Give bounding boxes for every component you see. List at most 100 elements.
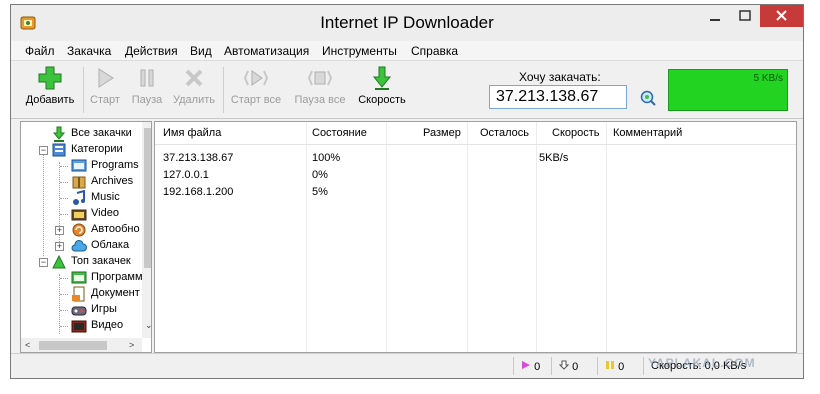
expand-auto-toggle[interactable]: + bbox=[55, 226, 64, 235]
search-icon[interactable] bbox=[639, 89, 657, 107]
column-header-filename[interactable]: Имя файла bbox=[163, 122, 221, 144]
tree-label: Автообно bbox=[91, 223, 140, 235]
row-speed: 5KB/s bbox=[539, 152, 569, 164]
column-divider bbox=[606, 122, 607, 352]
scroll-left-icon[interactable]: < bbox=[25, 340, 30, 350]
tree-label: Программ bbox=[91, 271, 143, 283]
pause-status-icon bbox=[606, 361, 614, 369]
tree-connector bbox=[60, 326, 68, 327]
tree-label: Документ bbox=[91, 287, 140, 299]
menu-actions[interactable]: Действия bbox=[125, 44, 178, 58]
green-arrow-down-icon bbox=[372, 66, 392, 90]
pause-all-button[interactable]: Пауза все bbox=[291, 65, 349, 115]
collapse-top-toggle[interactable]: − bbox=[39, 258, 48, 267]
toolbar-separator bbox=[223, 67, 224, 113]
tree-horizontal-scrollbar[interactable]: < > bbox=[21, 338, 142, 352]
maximize-button[interactable] bbox=[731, 5, 759, 27]
tree-label: Music bbox=[91, 191, 120, 203]
add-button[interactable]: Добавить bbox=[21, 65, 79, 115]
menu-help[interactable]: Справка bbox=[411, 44, 458, 58]
status-separator bbox=[551, 357, 552, 375]
cloud-icon bbox=[71, 240, 87, 252]
column-divider bbox=[386, 122, 387, 352]
speed-label: Скорость bbox=[358, 94, 406, 106]
row-status: 0% bbox=[312, 169, 328, 181]
menu-automation[interactable]: Автоматизация bbox=[224, 44, 309, 58]
tree-label: Игры bbox=[91, 303, 117, 315]
archive-icon bbox=[72, 176, 86, 189]
tree-label: Топ закачек bbox=[71, 255, 131, 267]
column-header-remaining[interactable]: Осталось bbox=[480, 122, 529, 144]
delete-icon bbox=[185, 69, 203, 87]
menu-download[interactable]: Закачка bbox=[67, 44, 111, 58]
speed-button[interactable]: Скорость bbox=[355, 65, 409, 115]
auto-update-icon bbox=[72, 223, 86, 237]
categories-icon bbox=[52, 143, 66, 157]
status-paused: 0 bbox=[605, 360, 624, 373]
collapse-categories-toggle[interactable]: − bbox=[39, 146, 48, 155]
row-filename[interactable]: 37.213.138.67 bbox=[163, 152, 233, 164]
speed-graph: 5 KB/s bbox=[668, 69, 788, 111]
tree-connector bbox=[60, 198, 68, 199]
menu-bar: Файл Закачка Действия Вид Автоматизация … bbox=[11, 41, 803, 61]
tree-connector bbox=[60, 166, 68, 167]
column-divider bbox=[536, 122, 537, 352]
graph-speed-value: 5 KB/s bbox=[753, 73, 783, 84]
start-label: Старт bbox=[90, 94, 120, 106]
header-separator bbox=[155, 144, 796, 145]
pause-label: Пауза bbox=[131, 94, 163, 106]
row-filename[interactable]: 192.168.1.200 bbox=[163, 186, 233, 198]
tree-vertical-scrollbar[interactable]: ⌄ bbox=[142, 122, 151, 338]
delete-button[interactable]: Удалить bbox=[169, 65, 219, 115]
tree-connector bbox=[60, 182, 68, 183]
want-download-label: Хочу закачать: bbox=[519, 70, 601, 84]
tree-label: Video bbox=[91, 207, 119, 219]
window-title: Internet IP Downloader bbox=[320, 13, 494, 32]
menu-view[interactable]: Вид bbox=[190, 44, 212, 58]
tree-label: Видео bbox=[91, 319, 124, 331]
column-header-size[interactable]: Размер bbox=[423, 122, 461, 144]
gamepad-icon bbox=[71, 306, 87, 316]
column-divider bbox=[467, 122, 468, 352]
start-all-button[interactable]: Старт все bbox=[227, 65, 285, 115]
status-separator bbox=[513, 357, 514, 375]
scrollbar-thumb[interactable] bbox=[144, 128, 151, 268]
pause-button[interactable]: Пауза bbox=[127, 65, 167, 115]
column-header-comment[interactable]: Комментарий bbox=[613, 122, 682, 144]
tree-label: Облака bbox=[91, 239, 130, 251]
video-icon bbox=[71, 209, 87, 221]
close-button[interactable] bbox=[760, 5, 803, 27]
top-downloads-icon bbox=[52, 254, 66, 269]
tree-connector bbox=[60, 278, 68, 279]
down-arrow-status-icon bbox=[558, 360, 570, 370]
scroll-down-icon[interactable]: ⌄ bbox=[145, 320, 151, 331]
scroll-right-icon[interactable]: > bbox=[129, 340, 134, 350]
title-bar: Internet IP Downloader bbox=[11, 5, 803, 41]
documents-icon bbox=[72, 286, 85, 302]
toolbar: Добавить Старт Пауза Удалить Старт все П… bbox=[11, 61, 803, 119]
watermark: YAPLAKAL.COM bbox=[648, 356, 756, 370]
pause-icon bbox=[140, 69, 154, 87]
row-filename[interactable]: 127.0.0.1 bbox=[163, 169, 209, 181]
column-header-speed[interactable]: Скорость bbox=[552, 122, 600, 144]
pause-all-label: Пауза все bbox=[294, 94, 346, 106]
add-label: Добавить bbox=[25, 94, 75, 106]
scrollbar-thumb[interactable] bbox=[39, 341, 107, 350]
column-header-status[interactable]: Состояние bbox=[312, 122, 367, 144]
paused-count: 0 bbox=[618, 361, 625, 373]
tree-label: Programs bbox=[91, 159, 139, 171]
downloads-list: Имя файла Состояние Размер Осталось Скор… bbox=[154, 121, 797, 353]
row-status: 5% bbox=[312, 186, 328, 198]
queued-count: 0 bbox=[572, 361, 579, 373]
menu-file[interactable]: Файл bbox=[25, 44, 55, 58]
ip-address-input[interactable] bbox=[489, 85, 627, 109]
tree-connector bbox=[60, 310, 68, 311]
tree-connector bbox=[60, 294, 68, 295]
minimize-button[interactable] bbox=[701, 5, 729, 27]
tree-connector bbox=[59, 274, 60, 334]
play-status-icon bbox=[522, 361, 530, 369]
play-icon bbox=[98, 68, 114, 88]
menu-tools[interactable]: Инструменты bbox=[322, 44, 397, 58]
start-button[interactable]: Старт bbox=[85, 65, 125, 115]
expand-clouds-toggle[interactable]: + bbox=[55, 242, 64, 251]
